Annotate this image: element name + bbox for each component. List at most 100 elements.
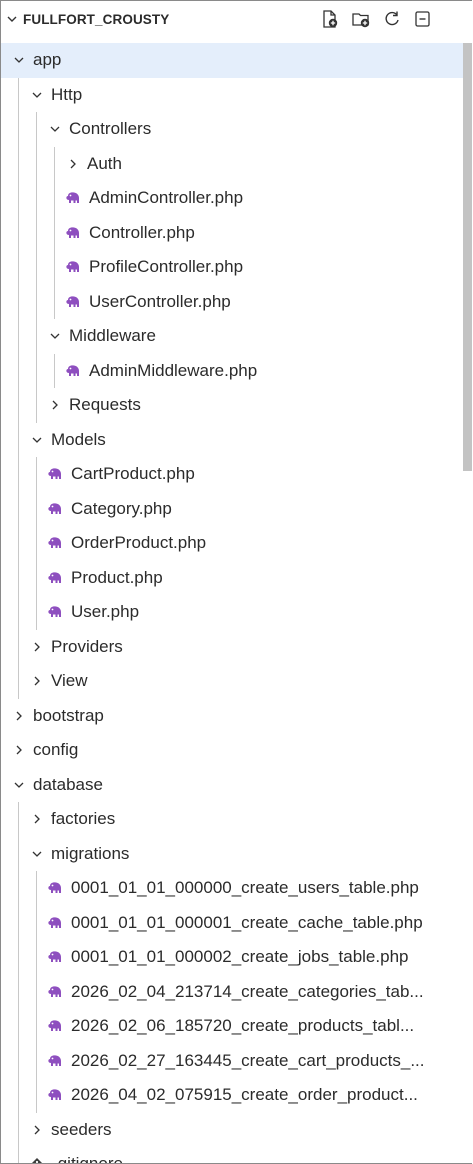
folder-providers[interactable]: Providers xyxy=(1,629,472,664)
chevron-down-icon[interactable] xyxy=(45,330,65,342)
file-user-php[interactable]: User.php xyxy=(1,595,472,630)
folder-auth[interactable]: Auth xyxy=(1,146,472,181)
file-2026-04-02-075915-create-order-product[interactable]: 2026_04_02_075915_create_order_product..… xyxy=(1,1078,472,1113)
folder-config[interactable]: config xyxy=(1,733,472,768)
explorer-actions xyxy=(319,1,434,37)
php-file-icon xyxy=(63,364,83,378)
chevron-down-icon[interactable] xyxy=(9,779,29,791)
php-file-icon xyxy=(45,536,65,550)
tree-item-label: .gitignore xyxy=(53,1154,123,1164)
indent-guide xyxy=(18,388,19,423)
indent-guide xyxy=(18,250,19,285)
folder-seeders[interactable]: seeders xyxy=(1,1112,472,1148)
new-folder-icon[interactable] xyxy=(350,8,372,30)
indent-guide xyxy=(18,112,19,147)
indent-guide xyxy=(18,974,19,1009)
tree-item-label: Category.php xyxy=(71,498,172,518)
tree-item-label: AdminController.php xyxy=(89,188,244,208)
tree-item-label: bootstrap xyxy=(33,705,104,725)
indent-guide xyxy=(18,215,19,250)
chevron-right-icon[interactable] xyxy=(9,744,29,756)
tree-item-label: Models xyxy=(51,429,106,449)
collapse-all-icon[interactable] xyxy=(412,8,434,30)
tree-item-label: 0001_01_01_000002_create_jobs_table.php xyxy=(71,947,409,967)
file-orderproduct-php[interactable]: OrderProduct.php xyxy=(1,526,472,561)
indent-guide xyxy=(18,491,19,526)
file-controller-php[interactable]: Controller.php xyxy=(1,215,472,250)
chevron-down-icon[interactable] xyxy=(1,13,23,25)
indent-guide xyxy=(54,181,55,216)
chevron-down-icon[interactable] xyxy=(27,848,47,860)
chevron-right-icon[interactable] xyxy=(27,813,47,825)
scrollbar-thumb[interactable] xyxy=(463,43,472,471)
php-file-icon xyxy=(45,950,65,964)
tree-item-label: 2026_02_27_163445_create_cart_products_.… xyxy=(71,1050,425,1070)
file-2026-02-04-213714-create-categories-tab[interactable]: 2026_02_04_213714_create_categories_tab.… xyxy=(1,974,472,1009)
file-2026-02-27-163445-create-cart-products[interactable]: 2026_02_27_163445_create_cart_products_.… xyxy=(1,1043,472,1078)
folder-middleware[interactable]: Middleware xyxy=(1,319,472,354)
folder-app[interactable]: app xyxy=(1,43,472,78)
chevron-down-icon[interactable] xyxy=(27,89,47,101)
new-file-icon[interactable] xyxy=(319,8,341,30)
file-cartproduct-php[interactable]: CartProduct.php xyxy=(1,457,472,492)
file-gitignore[interactable]: .gitignore xyxy=(1,1147,472,1164)
chevron-down-icon[interactable] xyxy=(27,434,47,446)
file-0001-01-01-000001-create-cache-table-php[interactable]: 0001_01_01_000001_create_cache_table.php xyxy=(1,905,472,940)
indent-guide xyxy=(18,319,19,354)
file-2026-02-06-185720-create-products-tabl[interactable]: 2026_02_06_185720_create_products_tabl..… xyxy=(1,1009,472,1044)
file-usercontroller-php[interactable]: UserController.php xyxy=(1,284,472,319)
folder-migrations[interactable]: migrations xyxy=(1,836,472,872)
chevron-right-icon[interactable] xyxy=(27,675,47,687)
php-file-icon xyxy=(63,260,83,274)
folder-controllers[interactable]: Controllers xyxy=(1,112,472,147)
explorer-panel: FULLFORT_CROUSTY app Http Controllers Au… xyxy=(0,0,472,1164)
chevron-right-icon[interactable] xyxy=(63,158,83,170)
folder-http[interactable]: Http xyxy=(1,77,472,112)
folder-view[interactable]: View xyxy=(1,664,472,699)
file-category-php[interactable]: Category.php xyxy=(1,491,472,526)
tree-item-label: database xyxy=(33,774,103,794)
folder-bootstrap[interactable]: bootstrap xyxy=(1,699,472,734)
indent-guide xyxy=(18,1009,19,1044)
file-adminmiddleware-php[interactable]: AdminMiddleware.php xyxy=(1,353,472,388)
php-file-icon xyxy=(45,1019,65,1033)
tree-item-label: Http xyxy=(51,84,83,104)
file-profilecontroller-php[interactable]: ProfileController.php xyxy=(1,250,472,285)
indent-guide xyxy=(36,1078,37,1113)
tree-item-label: Controller.php xyxy=(89,222,195,242)
php-file-icon xyxy=(63,295,83,309)
chevron-down-icon[interactable] xyxy=(45,123,65,135)
indent-guide xyxy=(36,974,37,1009)
indent-guide xyxy=(18,836,19,871)
indent-guide xyxy=(18,284,19,319)
chevron-right-icon[interactable] xyxy=(27,641,47,653)
refresh-icon[interactable] xyxy=(381,8,403,30)
indent-guide xyxy=(54,250,55,285)
folder-requests[interactable]: Requests xyxy=(1,388,472,423)
chevron-down-icon[interactable] xyxy=(9,54,29,66)
folder-factories[interactable]: factories xyxy=(1,802,472,837)
chevron-right-icon[interactable] xyxy=(45,399,65,411)
file-0001-01-01-000002-create-jobs-table-php[interactable]: 0001_01_01_000002_create_jobs_table.php xyxy=(1,940,472,975)
tree-item-label: UserController.php xyxy=(89,291,231,311)
file-product-php[interactable]: Product.php xyxy=(1,560,472,595)
folder-database[interactable]: database xyxy=(1,768,472,803)
file-admincontroller-php[interactable]: AdminController.php xyxy=(1,181,472,216)
file-0001-01-01-000000-create-users-table-php[interactable]: 0001_01_01_000000_create_users_table.php xyxy=(1,871,472,906)
chevron-right-icon[interactable] xyxy=(27,1124,47,1136)
tree-item-label: migrations xyxy=(51,843,130,863)
indent-guide xyxy=(18,595,19,630)
indent-guide xyxy=(18,871,19,906)
indent-guide xyxy=(18,146,19,181)
folder-models[interactable]: Models xyxy=(1,422,472,457)
explorer-header[interactable]: FULLFORT_CROUSTY xyxy=(1,1,472,37)
file-tree: app Http Controllers Auth AdminController.ph… xyxy=(1,43,472,1164)
indent-guide xyxy=(18,1147,19,1163)
chevron-right-icon[interactable] xyxy=(9,710,29,722)
